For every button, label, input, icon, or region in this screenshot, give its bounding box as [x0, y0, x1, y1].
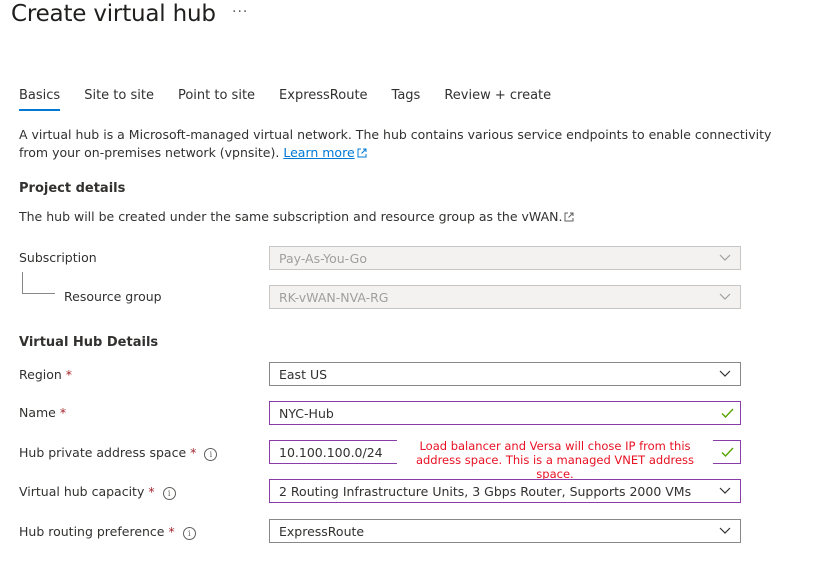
name-input[interactable]: NYC-Hub: [269, 401, 741, 425]
required-marker: *: [59, 405, 67, 420]
routing-label-text: Hub routing preference: [19, 524, 165, 539]
hub-details-heading: Virtual Hub Details: [19, 335, 159, 350]
routing-preference-dropdown[interactable]: ExpressRoute: [269, 519, 741, 543]
region-value: East US: [279, 367, 328, 382]
chevron-down-icon: [719, 370, 731, 377]
tree-connector: [22, 293, 55, 294]
tab-review-create[interactable]: Review + create: [444, 88, 551, 116]
learn-more-link[interactable]: Learn more: [283, 145, 354, 160]
resource-group-dropdown[interactable]: RK-vWAN-NVA-RG: [269, 285, 741, 309]
hub-description: A virtual hub is a Microsoft-managed vir…: [19, 126, 799, 162]
chevron-down-icon: [719, 487, 731, 494]
info-icon[interactable]: i: [204, 448, 218, 461]
info-icon[interactable]: i: [162, 487, 176, 500]
required-marker: *: [65, 367, 73, 382]
capacity-label: Virtual hub capacity * i: [19, 484, 176, 500]
external-link-icon: [564, 212, 574, 222]
resource-group-value: RK-vWAN-NVA-RG: [279, 290, 389, 305]
region-dropdown[interactable]: East US: [269, 362, 741, 386]
info-icon[interactable]: i: [182, 527, 196, 540]
description-text: A virtual hub is a Microsoft-managed vir…: [19, 127, 772, 160]
checkmark-icon: [721, 408, 734, 419]
address-label-text: Hub private address space: [19, 445, 187, 460]
resource-group-label: Resource group: [64, 289, 162, 304]
address-space-label: Hub private address space * i: [19, 445, 218, 461]
subscription-label: Subscription: [19, 250, 97, 265]
required-marker: *: [148, 484, 155, 499]
region-label-text: Region: [19, 367, 62, 382]
chevron-down-icon: [719, 527, 731, 534]
tab-tags[interactable]: Tags: [392, 88, 421, 116]
routing-value: ExpressRoute: [279, 524, 365, 539]
chevron-down-icon: [719, 254, 731, 261]
chevron-down-icon: [719, 293, 731, 300]
checkmark-icon: [721, 447, 734, 458]
required-marker: *: [190, 445, 197, 460]
capacity-label-text: Virtual hub capacity: [19, 484, 145, 499]
external-link-icon: [357, 148, 367, 158]
tab-expressroute[interactable]: ExpressRoute: [279, 88, 368, 116]
region-label: Region *: [19, 367, 72, 382]
page-title: Create virtual hub: [11, 1, 216, 27]
capacity-dropdown[interactable]: 2 Routing Infrastructure Units, 3 Gbps R…: [269, 479, 741, 503]
tab-basics[interactable]: Basics: [19, 88, 61, 116]
routing-preference-label: Hub routing preference * i: [19, 524, 196, 540]
capacity-value: 2 Routing Infrastructure Units, 3 Gbps R…: [279, 484, 692, 499]
tab-bar: Basics Site to site Point to site Expres…: [19, 88, 575, 116]
name-value: NYC-Hub: [279, 406, 334, 421]
name-label: Name *: [19, 405, 66, 420]
address-value: 10.100.100.0/24: [279, 445, 383, 460]
tree-connector: [22, 272, 23, 294]
required-marker: *: [168, 524, 175, 539]
project-details-heading: Project details: [19, 181, 126, 196]
subscription-value: Pay-As-You-Go: [279, 251, 367, 266]
annotation-note: Load balancer and Versa will chose IP fr…: [397, 439, 713, 481]
tab-point-to-site[interactable]: Point to site: [178, 88, 255, 116]
subscription-dropdown[interactable]: Pay-As-You-Go: [269, 246, 741, 270]
project-details-subtext: The hub will be created under the same s…: [19, 209, 574, 224]
tab-site-to-site[interactable]: Site to site: [84, 88, 154, 116]
name-label-text: Name: [19, 405, 56, 420]
project-subtext: The hub will be created under the same s…: [19, 209, 563, 224]
more-options-button[interactable]: ···: [232, 4, 248, 20]
